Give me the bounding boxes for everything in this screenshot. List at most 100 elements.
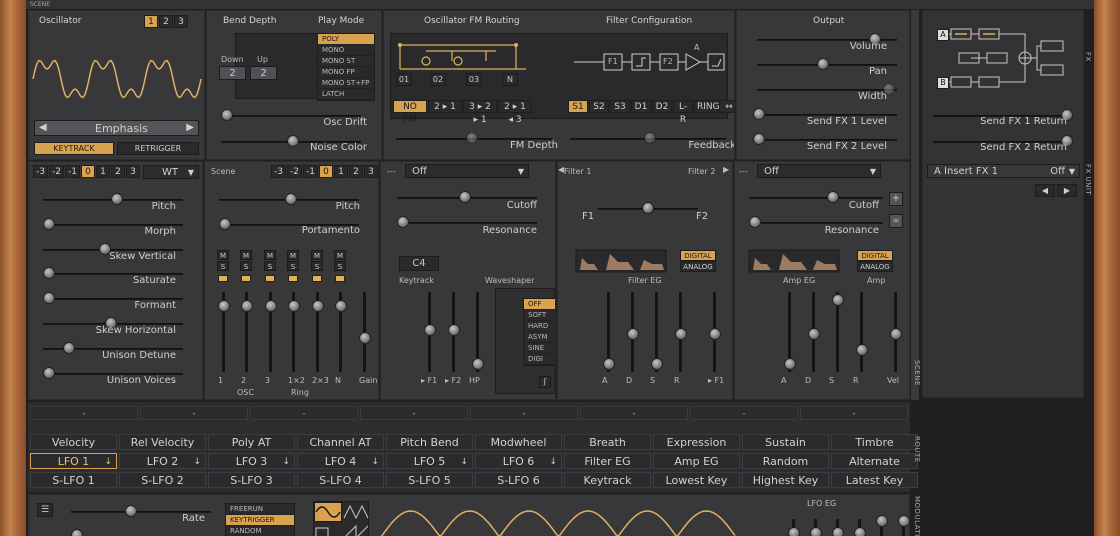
oct-m2[interactable]: -2 bbox=[48, 165, 64, 178]
oct-p1[interactable]: 1 bbox=[95, 165, 110, 178]
aeg-fader-knob-1[interactable] bbox=[808, 328, 820, 340]
filter-cfg-lr[interactable]: L-R bbox=[673, 100, 693, 125]
patch-selector[interactable]: ◀ Emphasis ▶ bbox=[34, 120, 199, 136]
route-row3-cell-6[interactable]: Keytrack bbox=[564, 472, 651, 488]
osc-param-knob-3[interactable] bbox=[43, 267, 55, 280]
osc-3-button[interactable]: 3 bbox=[174, 15, 188, 28]
filter1-cutoff-knob[interactable] bbox=[459, 191, 471, 203]
scene-pitch-knob[interactable] bbox=[285, 193, 297, 205]
osc-param-knob-7[interactable] bbox=[43, 366, 55, 379]
fx-prev-button[interactable]: ◀ bbox=[1035, 184, 1055, 197]
mute-button-0[interactable]: M bbox=[217, 250, 229, 260]
route-row2-cell-0[interactable]: LFO 1 ↓ bbox=[30, 453, 117, 469]
mixer-fader-knob-5[interactable] bbox=[335, 300, 347, 312]
filter2-tab[interactable]: Filter 2 bbox=[688, 167, 715, 176]
solo-button-4[interactable]: S bbox=[311, 261, 323, 271]
filter-balance-knob[interactable] bbox=[642, 202, 654, 214]
soct-p3[interactable]: 3 bbox=[363, 165, 378, 178]
route-row1-cell-8[interactable]: Sustain bbox=[742, 434, 829, 450]
menu-icon[interactable]: ☰ bbox=[37, 503, 53, 517]
filter-cfg-ring[interactable]: RING bbox=[694, 100, 720, 113]
lfoeg-fader-knob-1[interactable] bbox=[810, 527, 822, 536]
osc-param-knob-0[interactable] bbox=[111, 193, 123, 205]
osc-type-dropdown[interactable]: WT ▼ bbox=[143, 165, 199, 179]
lfoeg-fader-knob-0[interactable] bbox=[788, 527, 800, 536]
filter2-type-dropdown[interactable]: Off ▼ bbox=[757, 164, 881, 178]
mute-button-2[interactable]: M bbox=[264, 250, 276, 260]
aeg-fader-track-3[interactable] bbox=[860, 292, 863, 372]
route-slot-5[interactable]: - bbox=[580, 406, 688, 420]
oct-m3[interactable]: -3 bbox=[33, 165, 48, 178]
soct-p1[interactable]: 1 bbox=[333, 165, 348, 178]
route-row3-cell-7[interactable]: Lowest Key bbox=[653, 472, 740, 488]
link-icon[interactable]: ∞ bbox=[889, 214, 903, 228]
lfoeg-fader-knob-5[interactable] bbox=[898, 515, 909, 527]
keytrack-note[interactable]: C4 bbox=[399, 256, 439, 271]
oct-p3[interactable]: 3 bbox=[125, 165, 140, 178]
route-row2-cell-9[interactable]: Alternate bbox=[831, 453, 918, 469]
solo-button-0[interactable]: S bbox=[217, 261, 229, 271]
mixer-fader-knob-1[interactable] bbox=[241, 300, 253, 312]
solo-button-5[interactable]: S bbox=[334, 261, 346, 271]
filter1-tab[interactable]: Filter 1 bbox=[564, 167, 591, 176]
mixer-fader-knob-3[interactable] bbox=[288, 300, 300, 312]
feg-fader-knob-4[interactable] bbox=[709, 328, 721, 340]
soct-p2[interactable]: 2 bbox=[348, 165, 363, 178]
route-row2-cell-3[interactable]: LFO 4 ↓ bbox=[297, 453, 384, 469]
route-row3-cell-0[interactable]: S-LFO 1 bbox=[30, 472, 117, 488]
aeg-analog-button[interactable]: ANALOG bbox=[857, 261, 893, 272]
keytrack-button[interactable]: KEYTRACK bbox=[34, 142, 114, 155]
fm-depth-knob[interactable] bbox=[466, 132, 478, 144]
add-icon[interactable]: + bbox=[889, 192, 903, 206]
osc-2-button[interactable]: 2 bbox=[159, 15, 173, 28]
route-slot-6[interactable]: - bbox=[690, 406, 798, 420]
ws-digi[interactable]: DIGI bbox=[524, 354, 555, 365]
left-arrow-icon[interactable]: ◀ bbox=[558, 165, 564, 174]
ws-off[interactable]: OFF bbox=[524, 299, 555, 310]
filter2-cutoff-knob[interactable] bbox=[827, 191, 839, 203]
mute-button-5[interactable]: M bbox=[334, 250, 346, 260]
osc-drift-knob[interactable] bbox=[221, 109, 233, 121]
playmode-mono-fp[interactable]: MONO FP bbox=[318, 67, 374, 78]
route-row3-cell-3[interactable]: S-LFO 4 bbox=[297, 472, 384, 488]
filter-cfg-wide[interactable]: ↔ bbox=[719, 100, 734, 113]
ws-sine[interactable]: SINE bbox=[524, 343, 555, 354]
fm-2to1-button[interactable]: 2 ▸ 1 bbox=[428, 100, 462, 113]
filter1-res-slider[interactable] bbox=[397, 222, 537, 224]
lfo-random[interactable]: RANDOM bbox=[226, 526, 294, 536]
ws-hard[interactable]: HARD bbox=[524, 321, 555, 332]
square-icon[interactable] bbox=[315, 526, 340, 536]
filter1-fader-knob-0[interactable] bbox=[424, 324, 436, 336]
triangle-icon[interactable] bbox=[343, 504, 369, 520]
next-arrow-icon[interactable]: ▶ bbox=[186, 122, 194, 133]
playmode-mono[interactable]: MONO bbox=[318, 45, 374, 56]
filter2-res-knob[interactable] bbox=[749, 216, 761, 228]
lfoeg-fader-knob-3[interactable] bbox=[854, 527, 866, 536]
route-row1-cell-4[interactable]: Pitch Bend bbox=[386, 434, 473, 450]
fm-321-button[interactable]: 3 ▸ 2 ▸ 1 bbox=[463, 100, 497, 125]
filter1-fader-knob-2[interactable] bbox=[472, 358, 484, 370]
playmode-mono-st[interactable]: MONO ST bbox=[318, 56, 374, 67]
route-row2-cell-4[interactable]: LFO 5 ↓ bbox=[386, 453, 473, 469]
mixer-fader-knob-0[interactable] bbox=[218, 300, 230, 312]
route-slot-3[interactable]: - bbox=[360, 406, 468, 420]
feg-fader-knob-2[interactable] bbox=[651, 358, 663, 370]
aeg-fader-knob-4[interactable] bbox=[890, 328, 902, 340]
lfo-freerun[interactable]: FREERUN bbox=[226, 504, 294, 515]
mixer-fader-knob-4[interactable] bbox=[312, 300, 324, 312]
route-row3-cell-5[interactable]: S-LFO 6 bbox=[475, 472, 562, 488]
fm-213-button[interactable]: 2 ▸ 1 ◂ 3 bbox=[498, 100, 532, 125]
insert-fx-dropdown[interactable]: A Insert FX 1 Off ▼ bbox=[927, 164, 1080, 178]
waveshaper-curve-icon[interactable]: ʃ bbox=[539, 376, 551, 388]
retrigger-button[interactable]: RETRIGGER bbox=[117, 142, 199, 155]
playmode-poly[interactable]: POLY bbox=[318, 34, 374, 45]
route-row2-cell-5[interactable]: LFO 6 ↓ bbox=[475, 453, 562, 469]
osc-1-button[interactable]: 1 bbox=[144, 15, 158, 28]
filter1-res-knob[interactable] bbox=[397, 216, 409, 228]
route-row3-cell-4[interactable]: S-LFO 5 bbox=[386, 472, 473, 488]
solo-button-2[interactable]: S bbox=[264, 261, 276, 271]
route-row3-cell-2[interactable]: S-LFO 3 bbox=[208, 472, 295, 488]
mixer-fader-knob-6[interactable] bbox=[359, 332, 371, 344]
route-row1-cell-5[interactable]: Modwheel bbox=[475, 434, 562, 450]
saw-icon[interactable] bbox=[344, 524, 369, 536]
